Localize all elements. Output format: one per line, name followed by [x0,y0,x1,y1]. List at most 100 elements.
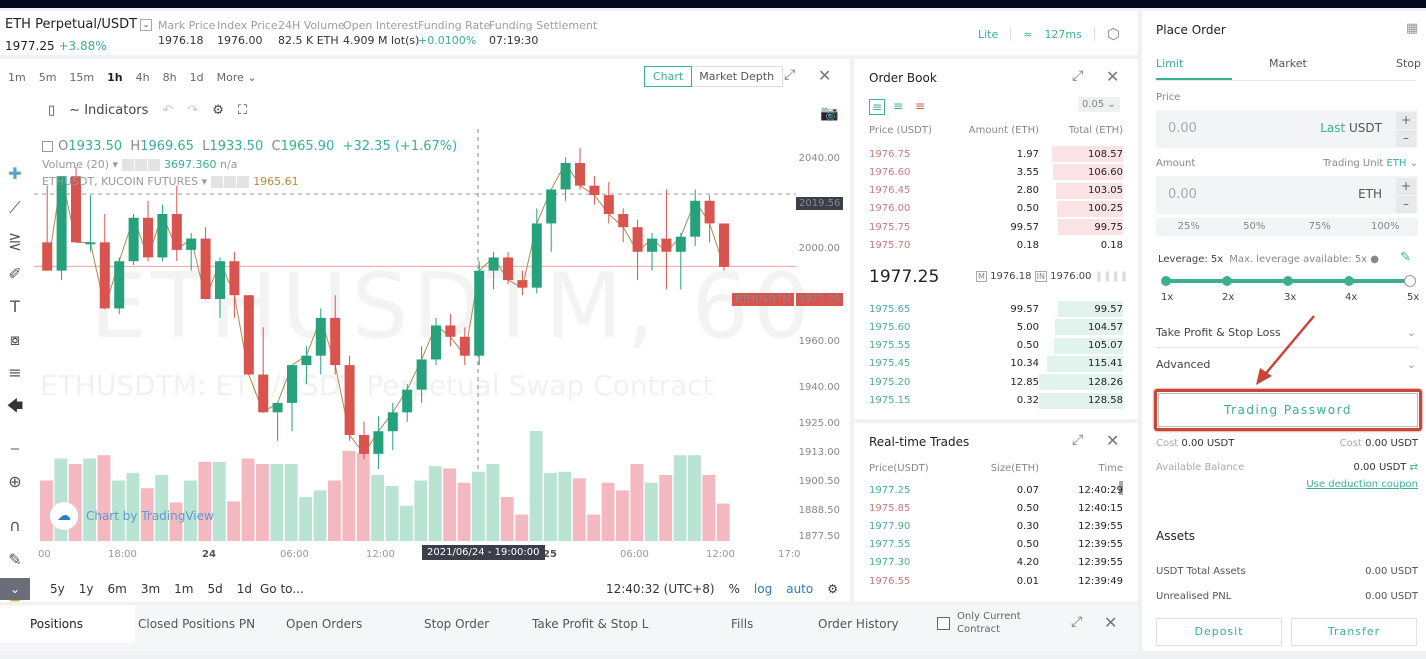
gear-icon[interactable] [134,159,147,171]
timeframe-4h[interactable]: 4h [136,71,150,84]
timeframe-1h[interactable]: 1h [107,71,123,84]
time-axis[interactable]: 00 18:00 24 06:00 12:00 25 06:00 12:00 1… [34,549,800,563]
precision-select[interactable]: 0.05 ⌄ [1078,97,1120,112]
fullscreen-icon[interactable]: ⛶ [238,103,247,118]
lock-drawing-icon[interactable]: ✎ [4,549,26,571]
tab-stop[interactable]: Stop [1396,57,1421,70]
asks-view-icon[interactable]: ≡ [913,99,927,113]
leverage-slider[interactable] [1161,275,1416,287]
lite-mode-toggle[interactable]: Lite [978,28,998,41]
indicators-button[interactable]: ∼ Indicators [69,103,148,118]
back-arrow-icon[interactable]: 🡄 [4,395,26,417]
candlestick-plot[interactable] [34,129,796,549]
range-6m[interactable]: 6m [108,582,127,596]
edit-leverage-icon[interactable]: ✎ [1400,250,1411,265]
leverage-mark[interactable] [1222,276,1232,286]
price-decrement-button[interactable]: – [1396,130,1416,147]
close-icon[interactable]: ✕ [1106,67,1119,86]
bid-row[interactable]: 1975.20 12.85 128.26 [869,373,1123,391]
tab-market-depth[interactable]: Market Depth [691,67,782,86]
leverage-handle[interactable] [1404,275,1416,287]
log-scale-toggle[interactable]: log [754,582,772,596]
tradingview-logo[interactable]: ☁ Chart by TradingView [50,502,214,530]
timeframe-1m[interactable]: 1m [8,71,26,84]
range-5d[interactable]: 5d [207,582,222,596]
ask-row[interactable]: 1976.45 2.80 103.05 [869,182,1123,200]
pattern-icon[interactable]: ⧇ [4,329,26,351]
tab-fills[interactable]: Fills [704,605,810,643]
chart-settings-icon[interactable]: ⚙ [212,103,224,118]
close-icon[interactable] [147,159,160,171]
transfer-arrows-icon[interactable]: ⇄ [1410,462,1418,473]
leverage-mark[interactable] [1344,276,1354,286]
only-current-checkbox[interactable] [937,617,950,630]
transfer-button[interactable]: Transfer [1291,618,1417,646]
chart-clock[interactable]: 12:40:32 (UTC+8) [606,582,715,596]
eye-icon[interactable] [210,176,223,188]
magnet-icon[interactable]: ∩ [4,515,26,537]
pct-100[interactable]: 100% [1353,218,1419,236]
pitchfork-icon[interactable]: ⋛ [4,231,26,253]
expand-icon[interactable]: ⤢ [1072,68,1083,84]
price-input[interactable]: 0.00 Last USDT + – [1156,110,1418,148]
bid-row[interactable]: 1975.45 10.34 115.41 [869,355,1123,373]
candle-type-icon[interactable]: ▯ [48,103,55,118]
bid-row[interactable]: 1975.60 5.00 104.57 [869,318,1123,336]
pct-50[interactable]: 50% [1222,218,1288,236]
amount-input[interactable]: 0.00 ETH + – [1156,176,1418,214]
expand-icon[interactable]: ⤢ [1071,614,1082,630]
leverage-mark[interactable] [1283,276,1293,286]
ask-row[interactable]: 1975.75 99.57 99.75 [869,218,1123,236]
last-price-button[interactable]: Last [1320,121,1345,135]
tab-market[interactable]: Market [1269,57,1307,70]
crosshair-icon[interactable]: ✚ [4,163,26,185]
tab-stop-order[interactable]: Stop Order [420,605,532,643]
zoom-in-icon[interactable]: ⊕ [4,471,26,493]
timeframe-more[interactable]: More ⌄ [217,71,257,84]
amount-increment-button[interactable]: + [1396,178,1416,195]
tab-positions[interactable]: Positions [0,605,135,643]
close-icon[interactable]: ✕ [1106,431,1119,450]
use-deduction-coupon-link[interactable]: Use deduction coupon [1306,479,1418,490]
tab-open-orders[interactable]: Open Orders [283,605,420,643]
auto-scale-toggle[interactable]: auto [786,582,813,596]
prediction-icon[interactable]: ≡ [4,362,26,384]
bid-row[interactable]: 1975.65 99.57 99.57 [869,300,1123,318]
range-3m[interactable]: 3m [141,582,160,596]
timeframe-1d[interactable]: 1d [190,71,204,84]
symbol-selector[interactable]: ETH Perpetual/USDT ⌄ [5,17,153,32]
ask-row[interactable]: 1975.70 0.18 0.18 [869,237,1123,255]
close-icon[interactable]: ✕ [818,66,831,85]
deposit-button[interactable]: Deposit [1156,618,1282,646]
close-icon[interactable] [236,176,249,188]
pct-25[interactable]: 25% [1156,218,1222,236]
range-1y[interactable]: 1y [79,582,94,596]
tab-closed-positions-pnl[interactable]: Closed Positions PN [135,605,283,643]
leverage-mark[interactable] [1161,276,1171,286]
trading-password-button[interactable]: Trading Password [1158,393,1418,427]
settings-hex-icon[interactable]: ⬡ [1107,25,1120,43]
eye-icon[interactable] [121,159,134,171]
range-1m[interactable]: 1m [174,582,193,596]
ruler-icon[interactable]: ⎯ [4,437,26,459]
bid-row[interactable]: 1975.55 0.50 105.07 [869,337,1123,355]
gear-icon[interactable]: ⚙ [827,582,838,596]
bid-row[interactable]: 1975.15 0.32 128.58 [869,392,1123,410]
redo-icon[interactable]: ↷ [187,103,198,118]
trading-unit-select[interactable]: Trading Unit ETH ⌄ [1323,158,1418,169]
gear-icon[interactable] [223,176,236,188]
trendline-icon[interactable]: ⟋ [4,197,26,219]
price-increment-button[interactable]: + [1396,112,1416,129]
calculator-icon[interactable]: ▦ [1406,21,1418,36]
both-sides-view-icon[interactable]: ≡ [869,99,886,115]
ask-row[interactable]: 1976.00 0.50 100.25 [869,200,1123,218]
undo-icon[interactable]: ↶ [162,103,173,118]
expand-icon[interactable]: ⤢ [1072,432,1083,448]
tab-order-history[interactable]: Order History [810,605,930,643]
brush-icon[interactable]: ✐ [4,263,26,285]
amount-decrement-button[interactable]: – [1396,196,1416,213]
timeframe-5m[interactable]: 5m [39,71,57,84]
camera-icon[interactable]: 📷 [820,104,839,122]
timeframe-8h[interactable]: 8h [163,71,177,84]
timeframe-15m[interactable]: 15m [69,71,94,84]
